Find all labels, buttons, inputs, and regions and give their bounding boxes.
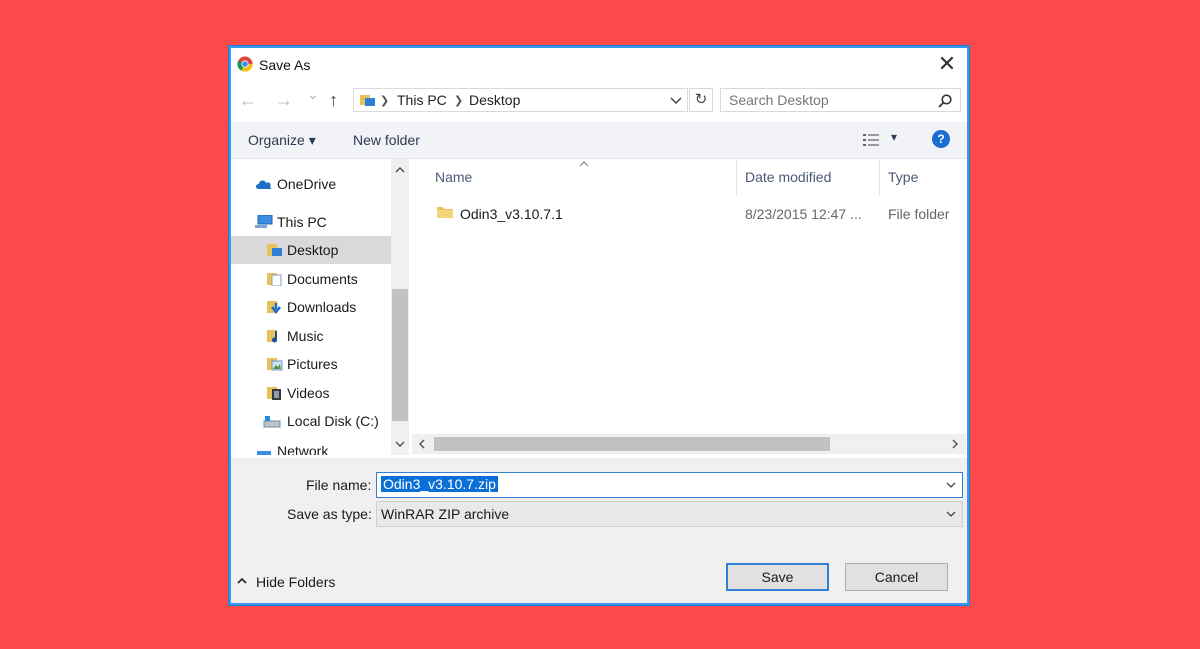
sidebar-item-label: Music xyxy=(287,328,324,344)
videos-folder-icon xyxy=(267,387,281,400)
music-folder-icon xyxy=(267,330,277,343)
navigation-pane: OneDrive This PC Desktop Documents Downl… xyxy=(231,159,411,455)
sidebar-item-this-pc[interactable]: This PC xyxy=(231,208,391,236)
chevron-right-icon: ❯ xyxy=(380,95,390,107)
column-divider[interactable] xyxy=(879,159,880,195)
new-folder-button[interactable]: New folder xyxy=(353,132,420,148)
chevron-down-icon[interactable] xyxy=(946,511,956,517)
hide-folders-toggle[interactable]: Hide Folders xyxy=(237,571,357,593)
navigation-bar: ← → ⌄ ↑ ❯ This PC ❯ Desktop ↻ Search Des… xyxy=(231,82,967,120)
sidebar-item-pictures[interactable]: Pictures xyxy=(231,350,391,378)
view-options-icon[interactable] xyxy=(863,133,879,147)
desktop-folder-icon xyxy=(267,244,282,256)
save-as-type-select[interactable]: WinRAR ZIP archive xyxy=(376,501,963,527)
save-button[interactable]: Save xyxy=(726,563,829,591)
organize-menu[interactable]: Organize ▾ xyxy=(248,132,316,149)
sidebar-item-label: This PC xyxy=(277,214,327,230)
column-header-date-modified[interactable]: Date modified xyxy=(745,169,831,185)
chevron-right-icon: ❯ xyxy=(454,95,464,107)
chevron-down-icon[interactable] xyxy=(670,97,682,105)
hide-folders-label: Hide Folders xyxy=(256,574,336,590)
network-icon xyxy=(257,451,271,455)
chevron-up-icon[interactable] xyxy=(395,167,405,173)
back-button[interactable]: ← xyxy=(239,90,257,111)
sidebar-item-downloads[interactable]: Downloads xyxy=(231,293,391,321)
folder-icon xyxy=(437,207,453,218)
sidebar-item-label: OneDrive xyxy=(277,176,337,192)
type-cell: File folder xyxy=(888,206,950,222)
sidebar-item-music[interactable]: Music xyxy=(231,322,391,350)
chrome-icon xyxy=(237,56,253,72)
sidebar-item-label: Local Disk (C:) xyxy=(287,413,379,429)
breadcrumb-this-pc[interactable]: This PC xyxy=(397,92,447,108)
navigation-pane-scrollbar[interactable] xyxy=(391,159,409,455)
refresh-button[interactable]: ↻ xyxy=(689,88,713,112)
window-title: Save As xyxy=(259,57,311,73)
file-name-cell: Odin3_v3.10.7.1 xyxy=(460,206,563,222)
chevron-right-icon[interactable] xyxy=(952,439,958,449)
sidebar-item-label: Videos xyxy=(287,385,330,401)
title-bar: Save As ✕ xyxy=(231,48,967,82)
computer-icon xyxy=(255,215,273,228)
sidebar-item-label: Pictures xyxy=(287,356,338,372)
sidebar-item-local-disk[interactable]: Local Disk (C:) xyxy=(231,407,391,435)
address-bar[interactable]: ❯ This PC ❯ Desktop xyxy=(353,88,688,112)
pictures-folder-icon xyxy=(267,358,283,371)
disk-icon xyxy=(263,416,281,428)
downloads-folder-icon xyxy=(267,301,281,314)
up-button[interactable]: ↑ xyxy=(329,90,338,111)
horizontal-scrollbar[interactable] xyxy=(412,434,966,454)
chevron-down-icon[interactable] xyxy=(946,482,956,488)
command-bar: Organize ▾ New folder ▾ ? xyxy=(231,122,967,159)
help-button[interactable]: ? xyxy=(932,130,950,148)
sidebar-item-documents[interactable]: Documents xyxy=(231,265,391,293)
view-dropdown-button[interactable]: ▾ xyxy=(891,130,897,144)
column-header-name[interactable]: Name xyxy=(435,169,472,185)
documents-folder-icon xyxy=(267,273,282,286)
file-name-field[interactable]: Odin3_v3.10.7.zip xyxy=(376,472,963,498)
close-button[interactable]: ✕ xyxy=(935,53,959,77)
table-row[interactable]: Odin3_v3.10.7.1 8/23/2015 12:47 ... File… xyxy=(412,197,966,227)
column-divider[interactable] xyxy=(736,159,737,195)
sidebar-item-label: Documents xyxy=(287,271,358,287)
save-as-dialog: Save As ✕ ← → ⌄ ↑ ❯ This PC ❯ Desktop ↻ … xyxy=(228,45,970,606)
sort-ascending-icon xyxy=(579,161,589,167)
scrollbar-thumb[interactable] xyxy=(392,289,408,421)
sidebar-item-label: Network xyxy=(277,445,329,455)
file-name-label: File name: xyxy=(306,477,372,493)
breadcrumb-desktop[interactable]: Desktop xyxy=(469,92,520,108)
sidebar-item-onedrive[interactable]: OneDrive xyxy=(231,170,391,198)
scrollbar-thumb[interactable] xyxy=(434,437,830,451)
search-input[interactable]: Search Desktop xyxy=(720,88,961,112)
cancel-button[interactable]: Cancel xyxy=(845,563,948,591)
sidebar-item-network[interactable]: Network xyxy=(231,445,391,455)
chevron-up-icon xyxy=(237,578,247,584)
save-as-type-label: Save as type: xyxy=(287,506,372,522)
desktop-folder-icon xyxy=(360,95,375,106)
save-options-panel: File name: Odin3_v3.10.7.zip Save as typ… xyxy=(231,458,967,603)
sidebar-item-videos[interactable]: Videos xyxy=(231,379,391,407)
search-placeholder: Search Desktop xyxy=(729,92,829,108)
recent-locations-button[interactable]: ⌄ xyxy=(307,86,319,103)
file-list: Name Date modified Type Odin3_v3.10.7.1 … xyxy=(412,159,967,455)
column-header-type[interactable]: Type xyxy=(888,169,918,185)
save-as-type-value: WinRAR ZIP archive xyxy=(381,506,510,522)
file-name-value[interactable]: Odin3_v3.10.7.zip xyxy=(381,476,498,492)
sidebar-item-label: Downloads xyxy=(287,299,357,315)
sidebar-item-desktop[interactable]: Desktop xyxy=(231,236,391,264)
forward-button[interactable]: → xyxy=(275,90,293,111)
date-modified-cell: 8/23/2015 12:47 ... xyxy=(745,206,862,222)
search-icon xyxy=(938,94,952,108)
chevron-down-icon[interactable] xyxy=(395,441,405,447)
sidebar-item-label: Desktop xyxy=(287,242,339,258)
chevron-left-icon[interactable] xyxy=(419,439,425,449)
cloud-icon xyxy=(256,180,272,189)
